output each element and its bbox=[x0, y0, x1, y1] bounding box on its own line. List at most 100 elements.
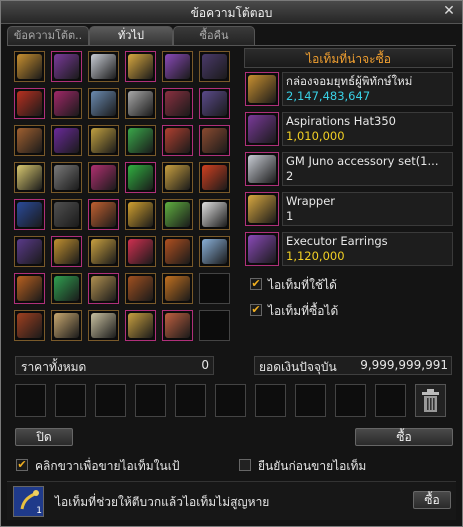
grid-slot[interactable]: coin-icon bbox=[14, 162, 45, 193]
grid-slot[interactable]: line-fist-icon bbox=[125, 88, 156, 119]
protection-scroll-count: 1 bbox=[36, 506, 42, 516]
grid-slot[interactable]: green-box-icon bbox=[51, 273, 82, 304]
shop-item-slot[interactable] bbox=[245, 72, 279, 106]
grid-slot[interactable]: gift-box-icon bbox=[88, 51, 119, 82]
green-box-icon: green-box-icon bbox=[54, 276, 79, 301]
grid-slot[interactable]: gem-icon bbox=[125, 162, 156, 193]
grid-slot[interactable]: staff-icon bbox=[199, 88, 230, 119]
grid-slot[interactable]: present-icon bbox=[88, 125, 119, 156]
grid-slot[interactable]: card-icon bbox=[14, 199, 45, 230]
grid-slot[interactable]: cdm-box-icon bbox=[88, 236, 119, 267]
shop-item-slot[interactable] bbox=[245, 112, 279, 146]
right-click-sell-checkbox[interactable]: ✔ bbox=[16, 459, 28, 471]
grid-slot[interactable]: armor-icon bbox=[51, 88, 82, 119]
sell-slot[interactable] bbox=[55, 384, 86, 417]
shop-panel-title: ไอเท็มที่น่าจะซื้อ bbox=[244, 48, 453, 68]
shop-item-row[interactable]: Aspirations Hat350 1,010,000 bbox=[244, 112, 453, 148]
staff-icon: staff-icon bbox=[202, 91, 227, 116]
grid-slot[interactable]: potion-icon bbox=[125, 236, 156, 267]
sell-slot[interactable] bbox=[175, 384, 206, 417]
shop-item-slot[interactable] bbox=[245, 232, 279, 266]
grid-slot[interactable]: rod-icon bbox=[14, 310, 45, 341]
grid-slot[interactable]: shield-icon bbox=[125, 125, 156, 156]
grid-slot-empty[interactable] bbox=[199, 310, 230, 341]
buyable-filter-checkbox[interactable]: ✔ bbox=[250, 304, 262, 316]
grid-slot[interactable]: medal-icon bbox=[125, 199, 156, 230]
grid-slot[interactable]: spear-icon bbox=[162, 236, 193, 267]
grid-slot[interactable]: axe-icon bbox=[162, 273, 193, 304]
shop-window: ข้อความโต้ตอบ ✕ ข้อความโต้ต.. ทั่วไป ซื้… bbox=[0, 0, 463, 527]
grid-slot[interactable]: tome-icon bbox=[14, 125, 45, 156]
grid-slot[interactable]: wow-card-icon bbox=[199, 162, 230, 193]
protection-scroll-slot[interactable]: 1 bbox=[13, 486, 44, 517]
grid-slot[interactable]: orb-icon bbox=[88, 199, 119, 230]
tab-messages[interactable]: ข้อความโต้ต.. bbox=[7, 26, 89, 46]
grid-slot[interactable]: ring-icon bbox=[162, 162, 193, 193]
grid-slot[interactable]: chest-icon bbox=[14, 51, 45, 82]
shop-item-name: กล่องจอมยุทธ์ผู้พิทักษ์ใหม่ bbox=[286, 74, 413, 88]
grid-slot[interactable]: wood-box-icon bbox=[51, 310, 82, 341]
grid-slot[interactable]: wand-icon bbox=[162, 199, 193, 230]
grid-slot[interactable]: trophy-icon bbox=[125, 310, 156, 341]
grid-slot[interactable]: dg-crate-icon bbox=[88, 273, 119, 304]
grid-slot[interactable]: ticket-icon bbox=[199, 199, 230, 230]
grid-slot[interactable]: gift-6h-icon bbox=[88, 88, 119, 119]
shop-item-row[interactable]: Wrapper 1 bbox=[244, 192, 453, 228]
sell-slot[interactable] bbox=[15, 384, 46, 417]
grid-slot[interactable]: scroll-icon bbox=[125, 51, 156, 82]
shop-item-row[interactable]: GM Juno accessory set(1... 2 bbox=[244, 152, 453, 188]
voucher-icon: voucher-icon bbox=[202, 239, 227, 264]
ring-icon: ring-icon bbox=[165, 165, 190, 190]
grid-slot[interactable]: earrings-icon bbox=[162, 51, 193, 82]
sell-slot[interactable] bbox=[135, 384, 166, 417]
grid-slot[interactable]: bracelet-icon bbox=[125, 273, 156, 304]
grid-slot[interactable]: fan-icon bbox=[14, 273, 45, 304]
shop-item-info: GM Juno accessory set(1... 2 bbox=[282, 152, 453, 186]
grid-slot[interactable]: wings-icon bbox=[199, 51, 230, 82]
shop-item-row[interactable]: กล่องจอมยุทธ์ผู้พิทักษ์ใหม่ 2,147,483,647 bbox=[244, 72, 453, 108]
wand-icon: wand-icon bbox=[165, 202, 190, 227]
bottom-buy-button[interactable]: ซื้อ bbox=[413, 491, 451, 509]
buy-button[interactable]: ซื้อ bbox=[355, 428, 453, 446]
grid-slot[interactable]: candy-icon bbox=[88, 162, 119, 193]
grid-slot[interactable]: voucher-icon bbox=[199, 236, 230, 267]
sell-slot[interactable] bbox=[95, 384, 126, 417]
grid-slot[interactable]: bow-icon bbox=[14, 236, 45, 267]
grid-slot[interactable]: necklace-icon bbox=[162, 125, 193, 156]
grid-slot[interactable]: glove-icon bbox=[51, 199, 82, 230]
sell-slot[interactable] bbox=[375, 384, 406, 417]
close-button[interactable]: ปิด bbox=[15, 428, 73, 446]
close-icon[interactable]: ✕ bbox=[442, 4, 456, 18]
trash-button[interactable] bbox=[415, 384, 446, 417]
sell-slot[interactable] bbox=[215, 384, 246, 417]
treasure-chest-icon bbox=[248, 75, 276, 103]
axe-icon: axe-icon bbox=[165, 276, 190, 301]
grid-slot[interactable]: dg-badge-icon bbox=[51, 162, 82, 193]
confirm-sell-checkbox[interactable] bbox=[239, 459, 251, 471]
shop-item-info: Executor Earrings 1,120,000 bbox=[282, 232, 453, 266]
grid-slot[interactable]: exp-badge-icon bbox=[14, 88, 45, 119]
usable-filter-label: ไอเท็มที่ใช้ได้ bbox=[268, 278, 337, 292]
usable-filter-checkbox[interactable]: ✔ bbox=[250, 278, 262, 290]
sell-slot[interactable] bbox=[335, 384, 366, 417]
shop-item-slot[interactable] bbox=[245, 192, 279, 226]
grid-slot-empty[interactable] bbox=[199, 273, 230, 304]
shop-item-row[interactable]: Executor Earrings 1,120,000 bbox=[244, 232, 453, 268]
tab-divider bbox=[7, 45, 456, 46]
grid-slot[interactable]: mace-icon bbox=[162, 310, 193, 341]
grid-slot[interactable]: blade-icon bbox=[51, 236, 82, 267]
grid-slot[interactable]: hat-icon bbox=[51, 51, 82, 82]
grid-slot[interactable]: emblem-icon bbox=[88, 310, 119, 341]
present-icon: present-icon bbox=[91, 128, 116, 153]
tab-general[interactable]: ทั่วไป bbox=[89, 26, 173, 46]
wood-box-icon: wood-box-icon bbox=[54, 313, 79, 338]
sell-slot[interactable] bbox=[295, 384, 326, 417]
grid-slot[interactable]: sword-icon bbox=[162, 88, 193, 119]
grid-slot[interactable]: dagger-icon bbox=[199, 125, 230, 156]
grid-slot[interactable]: cape-icon bbox=[51, 125, 82, 156]
tab-buyback[interactable]: ซื้อคืน bbox=[173, 26, 255, 46]
window-title: ข้อความโต้ตอบ bbox=[190, 6, 273, 20]
sell-slot[interactable] bbox=[255, 384, 286, 417]
title-bar[interactable]: ข้อความโต้ตอบ ✕ bbox=[1, 1, 462, 24]
shop-item-slot[interactable] bbox=[245, 152, 279, 186]
